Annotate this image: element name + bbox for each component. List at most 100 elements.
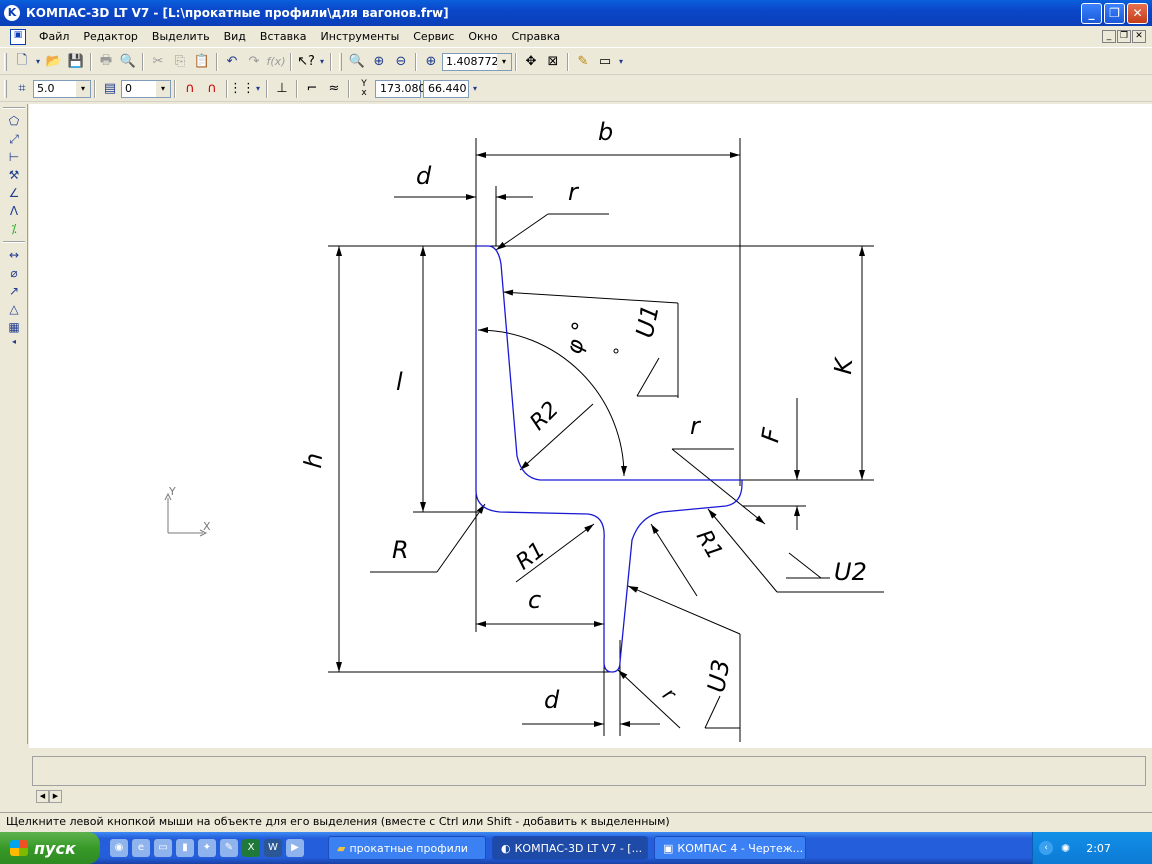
- print-icon[interactable]: 🖶: [95, 51, 117, 73]
- profile-contour[interactable]: [475, 245, 743, 673]
- close-button[interactable]: ✕: [1127, 3, 1148, 24]
- selection-icon[interactable]: ⁒: [2, 220, 26, 238]
- snap-magnet-icon[interactable]: ∩: [179, 78, 201, 100]
- label-d-bottom: d: [544, 686, 560, 714]
- panel-scroll-left-icon[interactable]: ◂: [2, 336, 26, 346]
- task-kompas[interactable]: ◐ КОМПАС-3D LT V7 - [...: [492, 836, 648, 860]
- undo-icon[interactable]: ↶: [221, 51, 243, 73]
- copy-icon[interactable]: ⎘: [169, 51, 191, 73]
- save-icon[interactable]: 💾: [65, 51, 87, 73]
- cut-icon[interactable]: ✂: [147, 51, 169, 73]
- coord-x-field[interactable]: 173.080: [375, 79, 426, 98]
- doc-restore-button[interactable]: ❐: [1117, 30, 1131, 43]
- menu-select[interactable]: Выделить: [145, 30, 217, 43]
- function-icon[interactable]: f(x): [265, 51, 287, 73]
- context-help-icon[interactable]: ↖?: [295, 51, 317, 73]
- menu-help[interactable]: Справка: [505, 30, 567, 43]
- print-preview-icon[interactable]: 🔍: [117, 51, 139, 73]
- layer-dropdown-arrow-icon[interactable]: ▾: [156, 80, 170, 97]
- menu-view[interactable]: Вид: [217, 30, 253, 43]
- document-icon[interactable]: ▣: [10, 28, 26, 45]
- media-icon[interactable]: ▮: [176, 839, 194, 857]
- task-kompas4[interactable]: ▣ КОМПАС 4 - Чертеж...: [654, 836, 806, 860]
- clock[interactable]: 2:07: [1086, 842, 1111, 855]
- dropdown-arrow-icon[interactable]: ▾: [33, 51, 43, 73]
- restore-button[interactable]: ❐: [1104, 3, 1125, 24]
- menu-tools[interactable]: Инструменты: [314, 30, 407, 43]
- local-snap-icon[interactable]: ∩: [201, 78, 223, 100]
- redo-icon[interactable]: ↷: [243, 51, 265, 73]
- geometry-icon[interactable]: ⬠: [2, 112, 26, 130]
- zoom-window-icon[interactable]: 🔍: [346, 51, 368, 73]
- menu-window[interactable]: Окно: [461, 30, 504, 43]
- coord-dropdown-icon[interactable]: ▾: [469, 78, 481, 100]
- grid-dropdown-icon[interactable]: ▾: [253, 78, 263, 100]
- coordinates-icon[interactable]: Yx: [353, 78, 375, 100]
- volume-icon[interactable]: ✺: [1061, 842, 1070, 855]
- drawing-canvas[interactable]: Y X b d r U1 φ ° K l h R2 r F R R1 R1 U2…: [29, 104, 1152, 748]
- parametric-icon[interactable]: ≈: [323, 78, 345, 100]
- ortho-icon[interactable]: ⌐: [301, 78, 323, 100]
- radial-dimension-icon[interactable]: ↗: [2, 282, 26, 300]
- dimension-lines: [328, 138, 884, 742]
- label-l: l: [396, 368, 403, 396]
- new-document-icon[interactable]: 🗋: [11, 51, 33, 73]
- angular-dimension-icon[interactable]: △: [2, 300, 26, 318]
- label-f: F: [756, 425, 786, 445]
- menu-edit[interactable]: Редактор: [76, 30, 145, 43]
- edit-points-icon[interactable]: ⤢: [2, 130, 26, 148]
- doc-close-button[interactable]: ✕: [1132, 30, 1146, 43]
- view-manager-icon[interactable]: ▭: [594, 51, 616, 73]
- linear-dimension-icon[interactable]: ↔: [2, 246, 26, 264]
- refresh-icon[interactable]: ✎: [572, 51, 594, 73]
- coord-y-field[interactable]: 66.440: [423, 79, 469, 98]
- window-controls: _ ❐ ✕: [1081, 3, 1148, 24]
- task-folder[interactable]: ▰ прокатные профили: [328, 836, 486, 860]
- show-all-icon[interactable]: ⊠: [542, 51, 564, 73]
- layers-icon[interactable]: ▤: [99, 78, 121, 100]
- ie-icon[interactable]: e: [132, 839, 150, 857]
- app-icon[interactable]: ✦: [198, 839, 216, 857]
- kompas-app-icon[interactable]: K: [4, 5, 20, 21]
- layer-combo[interactable]: 0 ▾: [121, 79, 171, 98]
- step-dropdown-arrow-icon[interactable]: ▾: [76, 80, 90, 97]
- open-folder-icon[interactable]: 📂: [43, 51, 65, 73]
- menu-service[interactable]: Сервис: [406, 30, 461, 43]
- zoom-out-icon[interactable]: ⊖: [390, 51, 412, 73]
- hatch-icon[interactable]: ▦: [2, 318, 26, 336]
- scroll-left-icon[interactable]: ◀: [36, 790, 49, 803]
- zoom-in-icon[interactable]: ⊕: [368, 51, 390, 73]
- word-icon[interactable]: W: [264, 839, 282, 857]
- view-dropdown-icon[interactable]: ▾: [616, 51, 626, 73]
- paste-icon[interactable]: 📋: [191, 51, 213, 73]
- start-button[interactable]: пуск: [0, 832, 100, 864]
- menu-insert[interactable]: Вставка: [253, 30, 314, 43]
- windows-logo-icon: [10, 840, 28, 856]
- zoom-scale-icon[interactable]: ⊕: [420, 51, 442, 73]
- drawing-svg: Y X b d r U1 φ ° K l h R2 r F R R1 R1 U2…: [164, 118, 884, 742]
- explorer-icon[interactable]: ▭: [154, 839, 172, 857]
- help-dropdown-icon[interactable]: ▾: [317, 51, 327, 73]
- scroll-right-icon[interactable]: ▶: [49, 790, 62, 803]
- measure-icon[interactable]: Λ: [2, 202, 26, 220]
- excel-icon[interactable]: X: [242, 839, 260, 857]
- cursor-step-icon[interactable]: ⌗: [11, 78, 33, 100]
- paint-icon[interactable]: ✎: [220, 839, 238, 857]
- dimensions-icon[interactable]: ⊢: [2, 148, 26, 166]
- toolbar-grip[interactable]: [4, 52, 7, 71]
- menu-file[interactable]: Файл: [32, 30, 76, 43]
- angle-icon[interactable]: ∠: [2, 184, 26, 202]
- player-icon[interactable]: ▶: [286, 839, 304, 857]
- tools-hammer-icon[interactable]: ⚒: [2, 166, 26, 184]
- desktop-icon[interactable]: ◉: [110, 839, 128, 857]
- tray-expand-icon[interactable]: ‹: [1039, 841, 1053, 855]
- zoom-dropdown-arrow-icon[interactable]: ▾: [497, 53, 511, 70]
- doc-minimize-button[interactable]: _: [1102, 30, 1116, 43]
- zoom-combo[interactable]: 1.408772 ▾: [442, 52, 512, 71]
- pan-icon[interactable]: ✥: [520, 51, 542, 73]
- local-cs-icon[interactable]: ⊥: [271, 78, 293, 100]
- grid-icon[interactable]: ⋮⋮: [229, 78, 255, 100]
- minimize-button[interactable]: _: [1081, 3, 1102, 24]
- diameter-dimension-icon[interactable]: ⌀: [2, 264, 26, 282]
- step-combo[interactable]: 5.0 ▾: [33, 79, 91, 98]
